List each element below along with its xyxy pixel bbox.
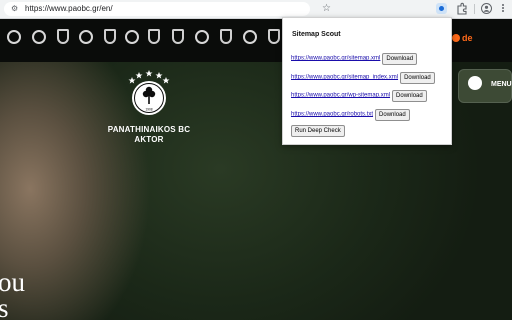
team-logo-icon[interactable] (170, 29, 186, 47)
team-logo-icon[interactable] (102, 29, 118, 47)
site-menu-button[interactable]: MENU (458, 69, 512, 103)
sitemap-link[interactable]: https://www.paobc.gr/sitemap_index.xml (291, 74, 398, 80)
download-button[interactable]: Download (392, 89, 427, 102)
club-name: PANATHINAIKOS BC AKTOR (100, 125, 198, 145)
sitemap-link[interactable]: https://www.paobc.gr/sitemap.xml (291, 55, 380, 61)
team-logo-icon[interactable] (78, 29, 94, 47)
sitemap-row: https://www.paobc.gr/sitemap.xml Download (291, 50, 418, 65)
crest-year: 1908 (145, 108, 152, 112)
toolbar-divider (474, 4, 475, 14)
team-logo-icon[interactable] (31, 29, 47, 47)
team-logo-icon[interactable] (6, 29, 22, 47)
team-logo-icon[interactable] (194, 29, 210, 47)
team-logo-icon[interactable] (218, 29, 234, 47)
menu-label: MENU (491, 81, 512, 88)
profile-avatar-icon[interactable] (481, 3, 492, 14)
team-logo-icon[interactable] (124, 29, 140, 47)
sitemap-row: https://www.paobc.gr/robots.txt Download (291, 106, 410, 121)
menu-crest-icon (468, 76, 482, 90)
sitemap-link[interactable]: https://www.paobc.gr/wp-sitemap.xml (291, 92, 390, 98)
site-info-icon[interactable]: ⚙ (11, 5, 18, 13)
browser-menu-kebab-icon[interactable] (501, 3, 505, 15)
url-text[interactable]: https://www.paobc.gr/en/ (25, 4, 113, 14)
popup-title: Sitemap Scout (292, 31, 341, 38)
team-logo-icon[interactable] (242, 29, 258, 47)
team-logo-icon[interactable] (55, 29, 71, 47)
panathinaikos-crest-logo[interactable]: 1908 (124, 69, 174, 117)
hero-heading-fragment: s (0, 293, 9, 320)
sitemap-row: https://www.paobc.gr/wp-sitemap.xml Downl… (291, 87, 427, 102)
sitemap-scout-extension-icon[interactable] (436, 3, 447, 14)
sitemap-row: https://www.paobc.gr/sitemap_index.xml Do… (291, 69, 435, 84)
download-button[interactable]: Download (382, 52, 418, 65)
download-button[interactable]: Download (400, 71, 435, 84)
team-logo-icon[interactable] (266, 29, 282, 47)
download-button[interactable]: Download (375, 108, 410, 121)
run-deep-check-button[interactable]: Run Deep Check (291, 125, 345, 137)
club-name-line1: PANATHINAIKOS BC (107, 125, 191, 134)
address-bar[interactable]: ⚙ https://www.paobc.gr/en/ (4, 2, 310, 16)
team-logo-icon[interactable] (146, 29, 162, 47)
club-name-line2: AKTOR (134, 135, 164, 144)
extensions-puzzle-icon[interactable] (456, 2, 468, 15)
sitemap-link[interactable]: https://www.paobc.gr/robots.txt (291, 111, 373, 117)
partner-logo[interactable]: de (452, 32, 474, 44)
sitemap-scout-popup: Sitemap Scout https://www.paobc.gr/sitem… (282, 17, 452, 145)
bookmark-star-icon[interactable]: ☆ (322, 2, 331, 16)
